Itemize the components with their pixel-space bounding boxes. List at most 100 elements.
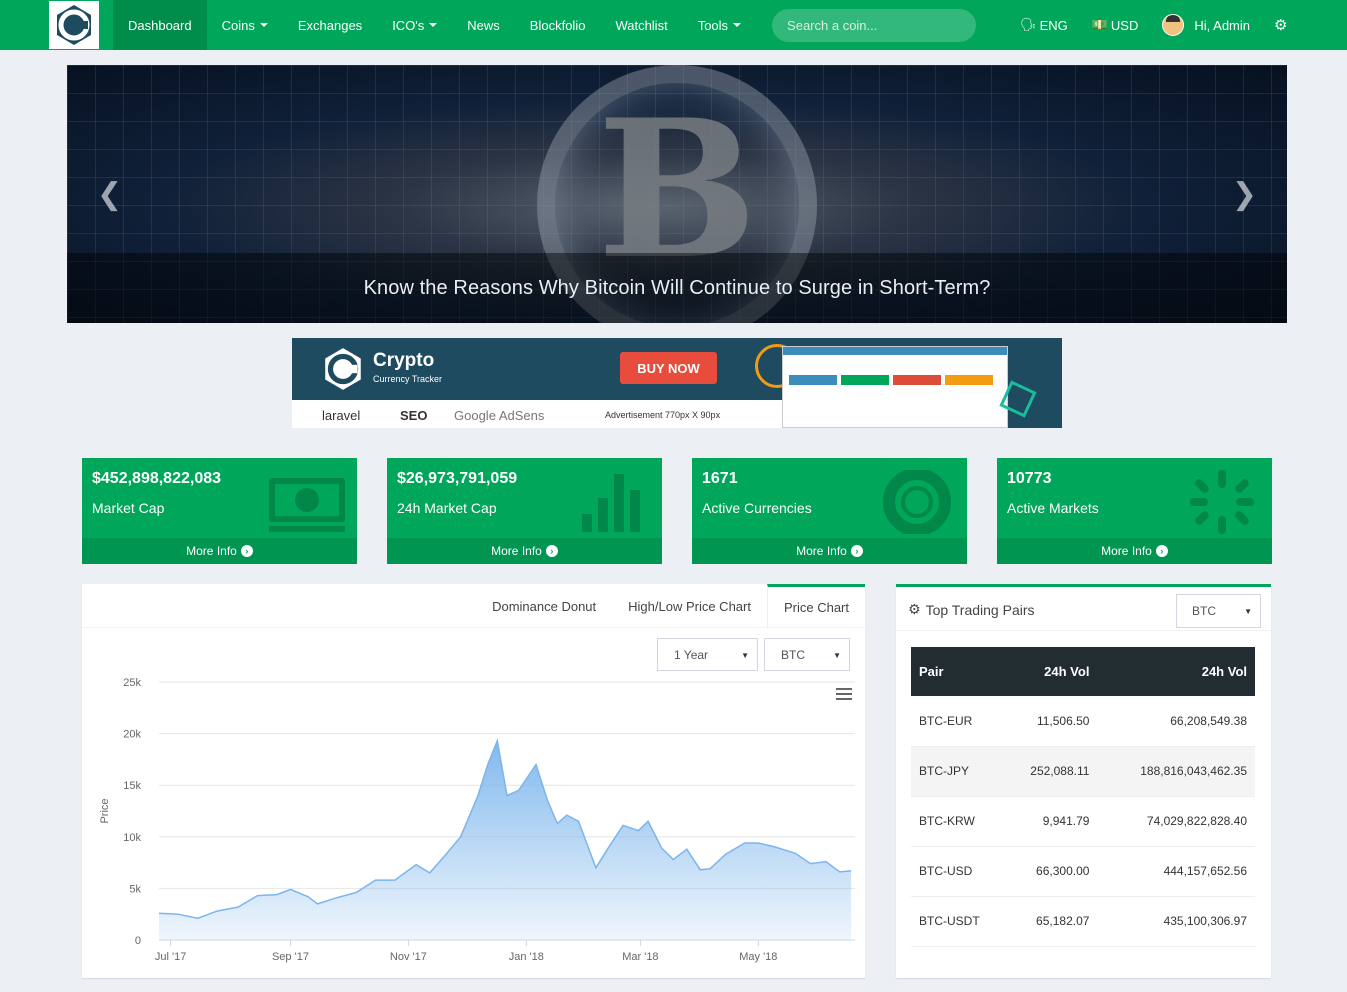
ad-size-note: Advertisement 770px X 90px <box>605 410 721 420</box>
chart-panel: Dominance Donut High/Low Price Chart Pri… <box>82 584 865 978</box>
ad-logo-icon <box>325 348 361 390</box>
table-row[interactable]: BTC-JPY 252,088.11 188,816,043,462.35 <box>911 746 1255 796</box>
gears-icon: ⚙ <box>908 601 921 617</box>
language-icon: 🗣 <box>1020 17 1037 32</box>
y-tick-label: 20k <box>123 729 141 741</box>
more-info-link[interactable]: More Info › <box>82 538 357 564</box>
column-header-volume[interactable]: 24h Vol <box>1005 647 1097 696</box>
language-label: ENG <box>1039 17 1068 33</box>
nav-item-news[interactable]: News <box>452 0 515 50</box>
x-tick-label: Sep '17 <box>272 951 309 963</box>
volume-cell: 252,088.11 <box>1030 764 1090 778</box>
stat-label: Active Markets <box>1007 500 1099 516</box>
y-tick-label: 5k <box>129 883 141 895</box>
life-ring-icon <box>883 470 951 534</box>
nav-item-coins[interactable]: Coins <box>207 0 283 50</box>
pair-cell: BTC-KRW <box>919 814 975 828</box>
ad-screenshot-image <box>782 346 1008 428</box>
volume-quote-cell: 444,157,652.56 <box>1163 864 1247 878</box>
table-row[interactable]: BTC-USD 66,300.00 444,157,652.56 <box>911 846 1255 896</box>
tab-price-chart[interactable]: Price Chart <box>766 584 865 628</box>
more-info-link[interactable]: More Info › <box>997 538 1272 564</box>
x-tick-label: Jul '17 <box>155 951 186 963</box>
language-selector[interactable]: 🗣 ENG <box>1008 0 1080 50</box>
volume-quote-cell: 74,029,822,828.40 <box>1146 814 1247 828</box>
y-tick-label: 15k <box>123 780 141 792</box>
y-tick-label: 0 <box>135 935 141 947</box>
column-header-pair[interactable]: Pair <box>911 647 1005 696</box>
arrow-circle-right-icon: › <box>545 545 558 557</box>
ad-subtitle: Currency Tracker <box>373 374 443 384</box>
more-info-link[interactable]: More Info › <box>387 538 662 564</box>
active-markets-box: 10773 Active Markets More Info › <box>997 458 1272 564</box>
pair-cell: BTC-JPY <box>919 764 970 778</box>
volume-cell: 66,300.00 <box>1036 864 1090 878</box>
nav-item-tools[interactable]: Tools <box>683 0 756 50</box>
ad-title: Crypto <box>373 350 435 371</box>
currency-label: USD <box>1110 17 1139 33</box>
tab-dominance-donut[interactable]: Dominance Donut <box>476 584 612 628</box>
coin-logo-icon <box>57 5 91 45</box>
carousel-caption-bar: Know the Reasons Why Bitcoin Will Contin… <box>67 253 1287 323</box>
panel-title: ⚙ Top Trading Pairs <box>908 601 1035 618</box>
search-input[interactable] <box>787 17 958 33</box>
nav-item-dashboard[interactable]: Dashboard <box>113 0 207 50</box>
pair-cell: BTC-EUR <box>919 713 973 728</box>
laravel-label: laravel <box>322 408 361 423</box>
x-tick-label: Mar '18 <box>622 951 658 963</box>
arrow-circle-right-icon: › <box>850 545 863 557</box>
table-row[interactable]: BTC-EUR 11,506.50 66,208,549.38 <box>911 696 1255 746</box>
coin-search[interactable] <box>772 8 977 42</box>
stat-label: 24h Market Cap <box>397 500 497 516</box>
carousel-next-icon[interactable]: ❯ <box>1232 177 1257 212</box>
price-chart: 0 5k 10k 15k 20k 25k Price Jul '17 Sep '17 Nov '1… <box>99 677 855 963</box>
currency-selector[interactable]: 💵 USD <box>1080 0 1151 50</box>
column-header-volume-quote[interactable]: 24h Vol <box>1097 647 1255 696</box>
market-cap-box: $452,898,822,083 Market Cap More Info › <box>82 458 357 564</box>
more-info-link[interactable]: More Info › <box>692 538 967 564</box>
x-tick-label: Jan '18 <box>509 951 544 963</box>
nav-item-ico-s[interactable]: ICO's <box>377 0 452 50</box>
gears-icon: ⚙ <box>1274 17 1288 34</box>
caret-down-icon <box>429 23 438 27</box>
stat-value: $26,973,791,059 <box>397 470 518 487</box>
nav-item-exchanges[interactable]: Exchanges <box>283 0 377 50</box>
volume-quote-cell: 66,208,549.38 <box>1170 713 1247 728</box>
site-logo[interactable] <box>49 1 99 49</box>
stat-label: Active Currencies <box>702 500 812 516</box>
pairs-coin-select[interactable]: BTC ▼ <box>1176 594 1261 628</box>
buy-now-button[interactable]: BUY NOW <box>620 352 717 384</box>
top-navbar: Dashboard Coins Exchanges ICO's News Blockfol… <box>0 0 1347 50</box>
tab-high-low-price-chart[interactable]: High/Low Price Chart <box>612 584 767 628</box>
stat-value: 10773 <box>1007 470 1052 487</box>
table-row[interactable]: BTC-KRW 9,941.79 74,029,822,828.40 <box>911 796 1255 846</box>
caret-down-icon <box>733 23 742 27</box>
settings-button[interactable]: ⚙ <box>1262 0 1299 50</box>
arrow-circle-right-icon: › <box>1155 545 1168 557</box>
trading-pairs-table: Pair 24h Vol 24h Vol BTC-EUR 11,506.50 66,… <box>911 647 1255 947</box>
advertisement-banner[interactable]: Crypto Currency Tracker BUY NOW laravel … <box>292 338 1062 428</box>
stat-label: Market Cap <box>92 500 165 516</box>
stat-value: 1671 <box>702 470 738 487</box>
nav-item-blockfolio[interactable]: Blockfolio <box>515 0 601 50</box>
stat-value: $452,898,822,083 <box>92 470 222 487</box>
carousel-caption[interactable]: Know the Reasons Why Bitcoin Will Contin… <box>364 277 991 300</box>
nav-item-watchlist[interactable]: Watchlist <box>600 0 682 50</box>
table-row[interactable]: BTC-USDT 65,182.07 435,100,306.97 <box>911 896 1255 946</box>
volume-cell: 9,941.79 <box>1042 814 1090 828</box>
table-header-row: Pair 24h Vol 24h Vol <box>911 647 1255 696</box>
volume-quote-cell: 188,816,043,462.35 <box>1140 764 1247 778</box>
price-area <box>159 740 852 940</box>
volume-cell: 11,506.50 <box>1036 713 1090 728</box>
y-tick-label: 25k <box>123 677 141 689</box>
user-menu[interactable]: Hi, Admin <box>1150 0 1262 50</box>
dropdown-arrow-icon: ▼ <box>833 651 841 660</box>
arrow-circle-right-icon: › <box>240 545 253 557</box>
carousel-prev-icon[interactable]: ❮ <box>97 177 122 212</box>
caret-down-icon <box>259 23 268 27</box>
news-carousel[interactable]: B ❮ ❯ Know the Reasons Why Bitcoin Will … <box>67 65 1287 323</box>
dropdown-arrow-icon: ▼ <box>741 651 749 660</box>
pair-cell: BTC-USD <box>919 864 973 878</box>
seo-label: SEO <box>400 408 428 423</box>
x-tick-label: Nov '17 <box>390 951 427 963</box>
